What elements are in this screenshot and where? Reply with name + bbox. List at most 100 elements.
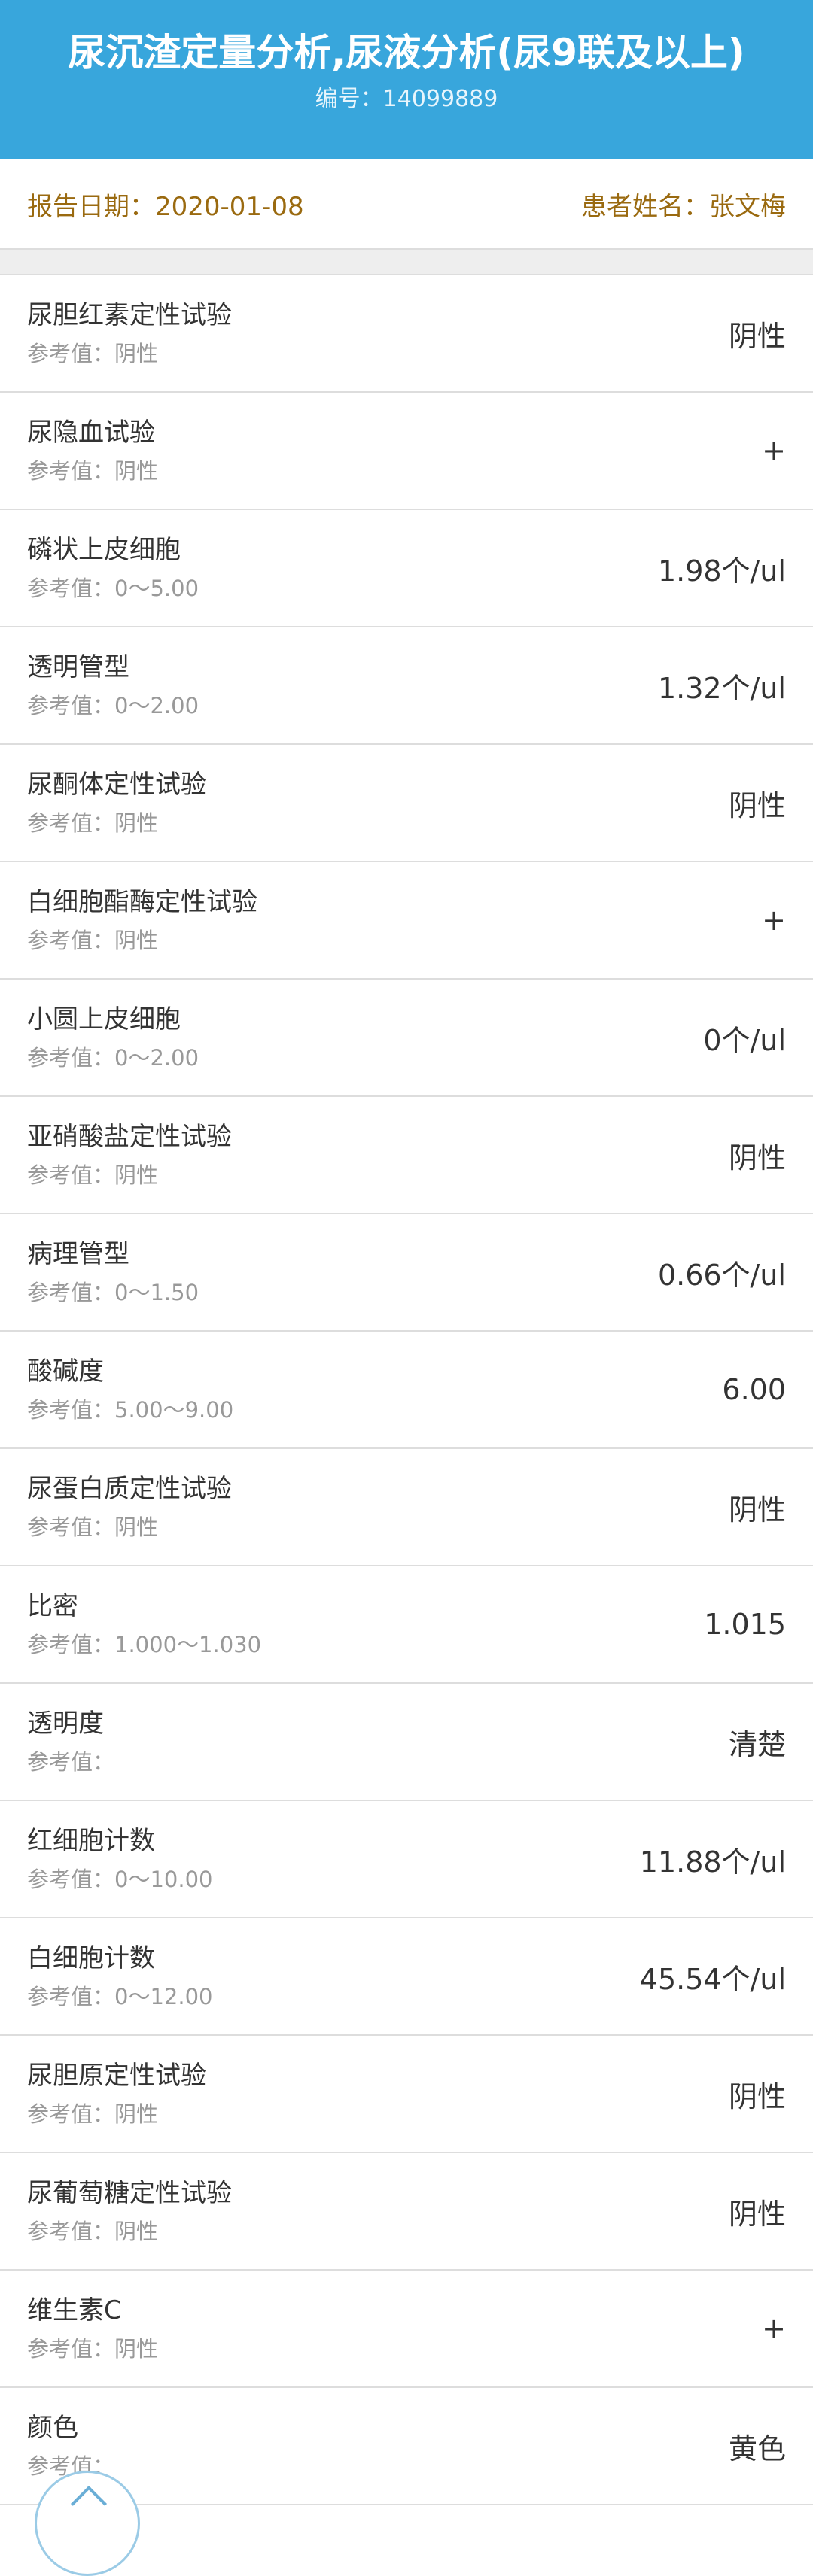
result-row[interactable]: 尿胆原定性试验 参考值：阴性 阴性 — [0, 2036, 813, 2153]
reference-value: 阴性 — [114, 2219, 159, 2244]
result-reference: 参考值：0～2.00 — [27, 1043, 199, 1073]
result-name: 尿隐血试验 — [27, 418, 155, 448]
result-list: 尿胆红素定性试验 参考值：阴性 阴性 尿隐血试验 参考值：阴性 + 磷状上皮细胞 参考值：0～… — [0, 275, 813, 2505]
result-reference: 参考值：阴性 — [27, 456, 158, 486]
result-row[interactable]: 透明管型参考值：0～2.00 1.32个/ul — [0, 627, 813, 745]
result-row[interactable]: 白细胞计数 参考值：0～12.00 45.54个/ul — [0, 1918, 813, 2036]
reference-value: 0～1.50 — [114, 1280, 199, 1305]
result-row[interactable]: 透明度参考值： 清楚 — [0, 1684, 813, 1801]
result-info: 亚硝酸盐定性试验参考值：阴性 — [27, 1119, 232, 1190]
reference-label: 参考值： — [27, 1984, 115, 2009]
reference-label: 参考值： — [27, 2219, 115, 2244]
reference-label: 参考值： — [27, 1162, 115, 1188]
result-row[interactable]: 磷状上皮细胞 参考值：0～5.00 1.98个/ul — [0, 510, 813, 627]
result-name: 颜色 — [27, 2413, 78, 2443]
result-info: 尿蛋白质定性试验 参考值：阴性 — [27, 1472, 232, 1542]
result-value: 清楚 — [728, 1727, 786, 1761]
result-info: 尿酮体定性试验 参考值：阴性 — [27, 767, 206, 838]
result-reference: 参考值：0～12.00 — [27, 1982, 213, 2012]
result-name: 白细胞酯酶定性试验 — [27, 887, 257, 917]
result-value: 阴性 — [728, 319, 786, 353]
result-row[interactable]: 尿蛋白质定性试验 参考值：阴性 阴性 — [0, 1449, 813, 1566]
result-reference: 参考值：5.00～9.00 — [27, 1395, 233, 1425]
result-row[interactable]: 尿胆红素定性试验 参考值：阴性 阴性 — [0, 275, 813, 393]
result-info: 酸碱度 参考值：5.00～9.00 — [27, 1354, 233, 1425]
result-value: 6.00 — [722, 1373, 786, 1406]
reference-value: 0～2.00 — [114, 1045, 199, 1071]
result-name: 尿胆红素定性试验 — [27, 300, 232, 330]
report-date-label: 报告日期： — [27, 191, 155, 222]
reference-value: 5.00～9.00 — [114, 1397, 234, 1423]
result-row[interactable]: 白细胞酯酶定性试验 参考值：阴性 + — [0, 862, 813, 980]
result-info: 尿隐血试验参考值：阴性 — [27, 415, 158, 486]
result-value: 1.015 — [704, 1608, 786, 1641]
result-info: 透明度参考值： — [27, 1706, 114, 1777]
reference-label: 参考值： — [27, 693, 115, 718]
reference-label: 参考值： — [27, 576, 115, 601]
result-name: 病理管型 — [27, 1239, 129, 1269]
report-number-label: 编号： — [315, 86, 383, 112]
scroll-top-button[interactable] — [35, 2471, 140, 2576]
result-value: 阴性 — [728, 1141, 786, 1174]
report-meta-bar: 报告日期：2020-01-08 患者姓名：张文梅 — [0, 159, 813, 248]
reference-value: 0～10.00 — [114, 1867, 213, 1892]
result-row[interactable]: 小圆上皮细胞 参考值：0～2.00 0个/ul — [0, 980, 813, 1097]
result-reference: 参考值：0～1.50 — [27, 1277, 199, 1308]
reference-value: 阴性 — [114, 1162, 159, 1188]
reference-label: 参考值： — [27, 1514, 115, 1540]
result-info: 红细胞计数参考值：0～10.00 — [27, 1824, 213, 1894]
reference-label: 参考值： — [27, 341, 115, 366]
result-name: 小圆上皮细胞 — [27, 1004, 181, 1034]
result-value: 0.66个/ul — [657, 1258, 786, 1292]
reference-label: 参考值： — [27, 810, 115, 836]
result-row[interactable]: 尿隐血试验参考值：阴性 + — [0, 393, 813, 510]
result-reference: 参考值：阴性 — [27, 925, 257, 955]
result-info: 小圆上皮细胞 参考值：0～2.00 — [27, 1002, 199, 1073]
result-row[interactable]: 比密 参考值：1.000～1.030 1.015 — [0, 1566, 813, 1684]
result-info: 颜色 参考值： — [27, 2410, 114, 2481]
reference-value: 阴性 — [114, 458, 159, 484]
result-info: 白细胞计数 参考值：0～12.00 — [27, 1941, 213, 2012]
result-name: 比密 — [27, 1591, 78, 1621]
result-reference: 参考值：阴性 — [27, 339, 232, 369]
result-reference: 参考值：0～10.00 — [27, 1864, 213, 1894]
result-row[interactable]: 病理管型参考值：0～1.50 0.66个/ul — [0, 1214, 813, 1332]
result-name: 亚硝酸盐定性试验 — [27, 1122, 232, 1152]
report-date-value: 2020-01-08 — [155, 191, 304, 222]
result-row[interactable]: 酸碱度 参考值：5.00～9.00 6.00 — [0, 1332, 813, 1449]
result-value: + — [762, 434, 786, 467]
chevron-up-icon — [70, 2485, 108, 2523]
result-info: 尿葡萄糖定性试验 参考值：阴性 — [27, 2176, 232, 2246]
reference-label: 参考值： — [27, 2101, 115, 2127]
report-header: 尿沉渣定量分析,尿液分析(尿9联及以上) 编号：14099889 — [0, 0, 813, 159]
result-name: 红细胞计数 — [27, 1826, 155, 1856]
result-value: 黄色 — [728, 2432, 786, 2465]
result-row[interactable]: 红细胞计数参考值：0～10.00 11.88个/ul — [0, 1801, 813, 1918]
result-name: 尿胆原定性试验 — [27, 2061, 206, 2091]
result-row[interactable]: 尿葡萄糖定性试验 参考值：阴性 阴性 — [0, 2153, 813, 2271]
result-row[interactable]: 尿酮体定性试验 参考值：阴性 阴性 — [0, 745, 813, 862]
result-name: 透明度 — [27, 1709, 104, 1739]
reference-label: 参考值： — [27, 1867, 115, 1892]
reference-label: 参考值： — [27, 1280, 115, 1305]
result-reference: 参考值：阴性 — [27, 2099, 206, 2129]
reference-value: 0～12.00 — [114, 1984, 213, 2009]
reference-label: 参考值： — [27, 2336, 115, 2362]
result-value: 阴性 — [728, 788, 786, 822]
reference-label: 参考值： — [27, 1749, 115, 1775]
result-value: 11.88个/ul — [639, 1845, 786, 1879]
result-row[interactable]: 亚硝酸盐定性试验 参考值：阴性 阴性 — [0, 1097, 813, 1214]
result-value: + — [762, 2312, 786, 2345]
result-name: 透明管型 — [27, 652, 129, 682]
result-reference: 参考值：阴性 — [27, 2216, 232, 2246]
reference-value: 0～5.00 — [114, 576, 199, 601]
result-value: 1.32个/ul — [657, 671, 786, 705]
result-reference: 参考值：0～2.00 — [27, 691, 199, 721]
result-value: 45.54个/ul — [639, 1962, 786, 1996]
report-number: 编号：14099889 — [0, 84, 813, 114]
result-name: 维生素C — [27, 2295, 122, 2325]
result-row[interactable]: 维生素C 参考值：阴性 + — [0, 2271, 813, 2388]
result-reference: 参考值：阴性 — [27, 1512, 232, 1542]
patient-name: 患者姓名：张文梅 — [581, 186, 786, 223]
report-date: 报告日期：2020-01-08 — [27, 186, 304, 223]
